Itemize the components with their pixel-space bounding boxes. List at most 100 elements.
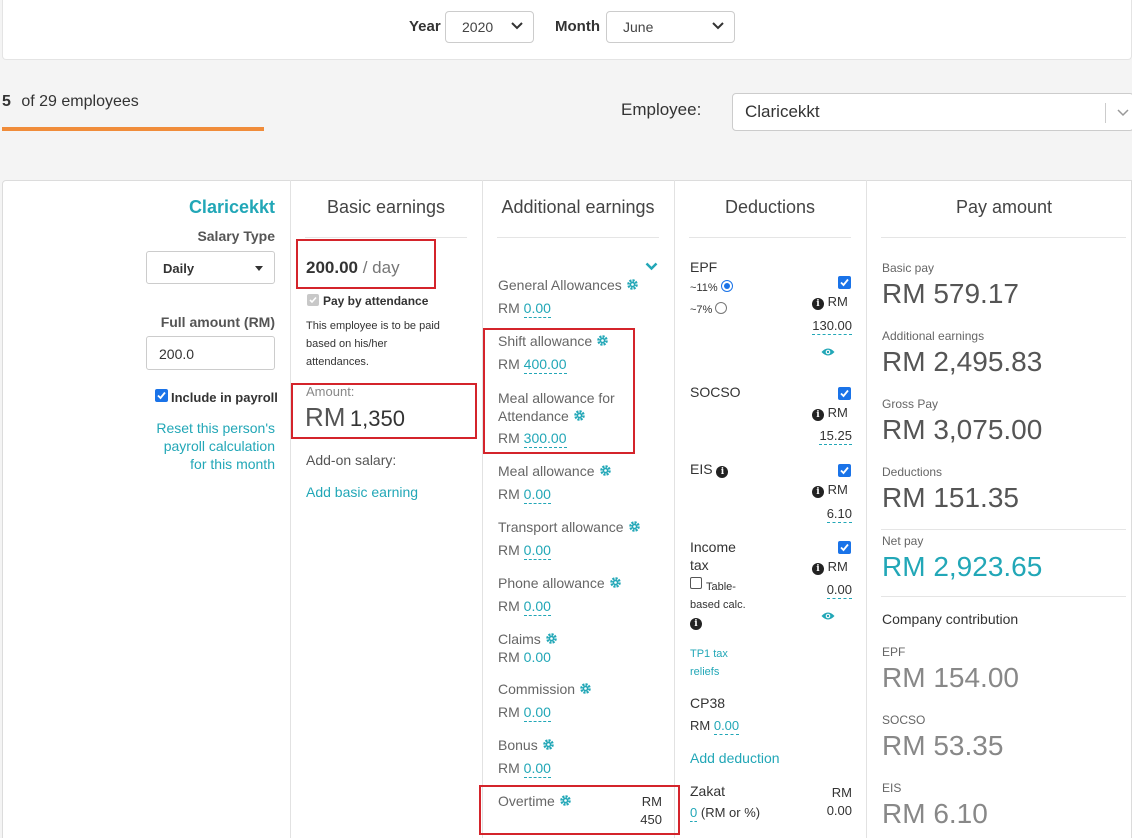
- income-tax-label: Income tax: [690, 539, 736, 573]
- net-pay-label: Net pay: [882, 534, 924, 548]
- full-amount-label: Full amount (RM): [160, 314, 275, 330]
- company-socso-label: SOCSO: [882, 713, 926, 727]
- gross-pay-value: RM 3,075.00: [882, 414, 1043, 445]
- info-icon[interactable]: i: [716, 466, 729, 478]
- chevron-down-icon: [511, 22, 523, 30]
- add-deduction-link[interactable]: Add deduction: [690, 750, 780, 766]
- eye-icon[interactable]: [821, 611, 835, 621]
- month-select[interactable]: June: [606, 11, 735, 43]
- additional-earnings-label: Additional earnings: [882, 329, 985, 343]
- add-basic-earning-link[interactable]: Add basic earning: [306, 484, 418, 500]
- net-divider: [881, 529, 1126, 530]
- earning-item-amount[interactable]: RM 0.00: [498, 598, 551, 616]
- earning-item-amount[interactable]: RM 0.00: [498, 486, 551, 504]
- income-tax-amount[interactable]: 0.00: [800, 582, 852, 599]
- cp38-label: CP38: [690, 695, 726, 711]
- info-icon[interactable]: i: [812, 409, 824, 421]
- note-line: attendances.: [306, 356, 369, 368]
- chevron-down-icon[interactable]: [645, 262, 658, 271]
- column-divider: [290, 180, 291, 838]
- month-label: Month: [555, 18, 600, 35]
- gear-icon[interactable]: [579, 682, 592, 695]
- income-tax-checkbox[interactable]: [838, 541, 851, 554]
- highlight-box: [296, 239, 436, 289]
- gear-icon[interactable]: [626, 278, 639, 291]
- attendance-note: This employee is to be paid based on his…: [306, 317, 440, 371]
- caret-down-icon: [255, 266, 263, 271]
- pay-by-attendance-checkbox[interactable]: [307, 294, 319, 306]
- earning-item-label: Meal allowance: [498, 463, 612, 479]
- gear-icon[interactable]: [545, 632, 558, 645]
- earning-item-amount: RM 0.00: [498, 649, 551, 665]
- check-icon: [840, 389, 849, 398]
- header-divider: [689, 237, 851, 238]
- include-payroll-checkbox[interactable]: [155, 389, 168, 402]
- eye-icon[interactable]: [821, 347, 835, 357]
- column-divider: [866, 180, 867, 838]
- eis-label: EIS i: [690, 461, 729, 478]
- net-pay-value: RM 2,923.65: [882, 551, 1043, 582]
- chevron-down-icon: [712, 22, 724, 30]
- epf-rate-11[interactable]: ~11%: [690, 280, 733, 294]
- employee-counter: 5 of 29 employees: [2, 93, 139, 111]
- table-based-label: Table-based calc. i: [690, 581, 746, 630]
- epf-label: EPF: [690, 259, 718, 275]
- zakat-input[interactable]: 0 (RM or %): [690, 805, 760, 822]
- salary-type-value: Daily: [163, 261, 195, 276]
- zakat-amount: RM 0.00: [826, 785, 852, 818]
- year-select[interactable]: 2020: [445, 11, 534, 43]
- info-icon[interactable]: i: [812, 486, 824, 498]
- earning-item-label: Commission: [498, 681, 592, 697]
- full-amount-input[interactable]: 200.0: [146, 336, 275, 370]
- chevron-down-icon: [1117, 109, 1129, 117]
- earning-item-label: Claims: [498, 631, 558, 647]
- highlight-box: [483, 328, 635, 454]
- eis-amount[interactable]: 6.10: [800, 506, 852, 523]
- earning-item-amount[interactable]: RM 0.00: [498, 760, 551, 778]
- epf-amount[interactable]: 130.00: [800, 318, 852, 335]
- basic-pay-label: Basic pay: [882, 261, 935, 275]
- eis-currency: i RM: [812, 482, 848, 498]
- employee-name: Claricekkt: [188, 197, 275, 217]
- highlight-box: [479, 785, 680, 835]
- info-icon[interactable]: i: [812, 298, 824, 310]
- company-eis-label: EIS: [882, 781, 902, 795]
- select-divider: [1105, 103, 1106, 123]
- socso-amount[interactable]: 15.25: [800, 428, 852, 445]
- employee-total: of 29 employees: [21, 93, 139, 110]
- info-icon[interactable]: i: [812, 563, 824, 575]
- highlight-box: [291, 383, 477, 439]
- employee-value: Claricekkt: [745, 102, 820, 121]
- gear-icon[interactable]: [542, 738, 555, 751]
- cp38-amount[interactable]: RM 0.00: [690, 718, 740, 735]
- year-value: 2020: [462, 19, 494, 35]
- month-value: June: [623, 19, 654, 35]
- salary-type-select[interactable]: Daily: [146, 251, 275, 284]
- gear-icon[interactable]: [628, 520, 641, 533]
- eis-checkbox[interactable]: [838, 464, 851, 477]
- earning-item-amount[interactable]: RM 0.00: [498, 704, 551, 722]
- earning-item-amount[interactable]: RM 0.00: [498, 542, 551, 560]
- radio-selected[interactable]: [720, 280, 733, 292]
- check-icon: [840, 278, 849, 287]
- info-icon[interactable]: i: [690, 618, 702, 630]
- deductions-total-label: Deductions: [882, 465, 943, 479]
- gear-icon[interactable]: [599, 464, 612, 477]
- gear-icon[interactable]: [609, 576, 622, 589]
- epf-checkbox[interactable]: [838, 276, 851, 289]
- employee-select[interactable]: Claricekkt: [732, 93, 1132, 131]
- column-divider: [674, 180, 675, 838]
- reset-link-line: for this month: [190, 456, 275, 472]
- epf-rate-7[interactable]: ~7%: [690, 302, 728, 316]
- socso-currency: i RM: [812, 405, 848, 421]
- employee-label: Employee:: [621, 100, 702, 119]
- check-icon: [840, 466, 849, 475]
- company-epf-value: RM 154.00: [882, 662, 1019, 693]
- tp1-tax-reliefs-link[interactable]: TP1 tax reliefs: [690, 645, 728, 681]
- reset-link[interactable]: Reset this person's payroll calculation …: [100, 419, 275, 473]
- radio-unselected[interactable]: [715, 302, 728, 314]
- deductions-total-value: RM 151.35: [882, 482, 1019, 513]
- earning-item-amount[interactable]: RM 0.00: [498, 300, 551, 318]
- socso-checkbox[interactable]: [838, 387, 851, 400]
- basic-earnings-header: Basic earnings: [326, 197, 446, 217]
